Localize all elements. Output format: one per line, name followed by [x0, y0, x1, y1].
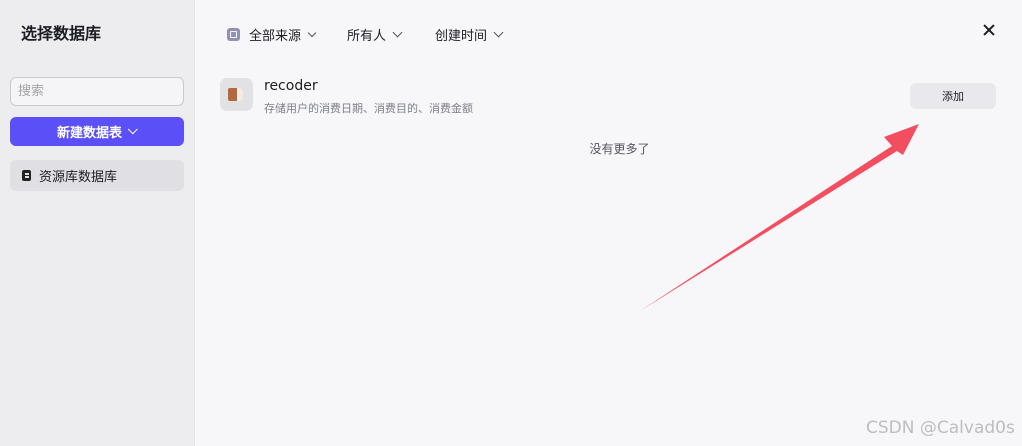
watermark: CSDN @Calvad0s — [866, 418, 1015, 438]
annotation-arrow-shape — [640, 124, 919, 311]
annotation-arrow — [640, 124, 919, 311]
